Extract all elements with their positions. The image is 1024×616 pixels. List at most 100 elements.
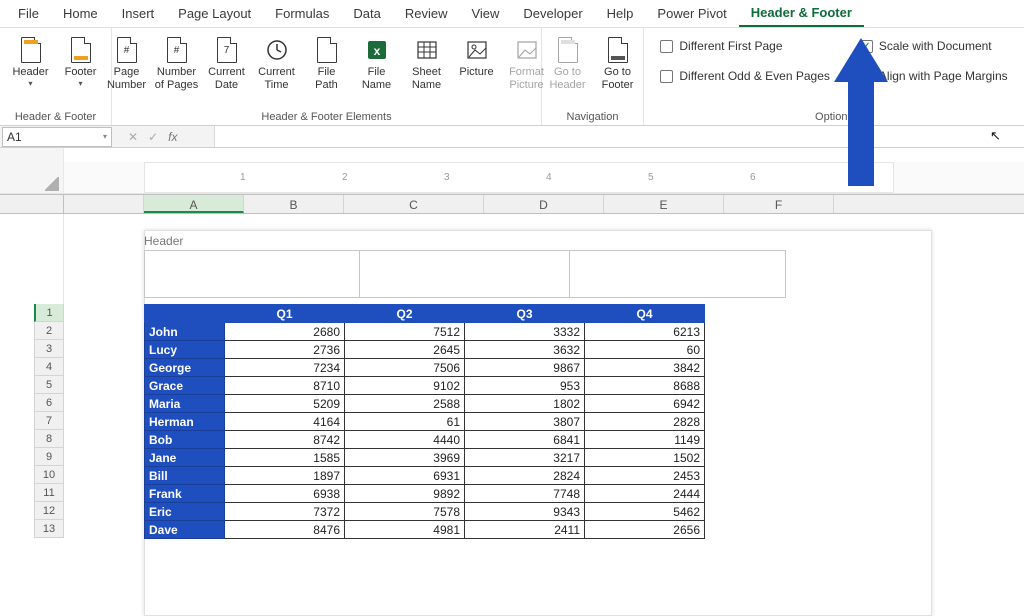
data-cell[interactable]: 3632 [465,341,585,359]
row-name-cell[interactable]: Lucy [145,341,225,359]
data-cell[interactable]: 2588 [345,395,465,413]
data-cell[interactable]: 2444 [585,485,705,503]
row-name-cell[interactable]: Herman [145,413,225,431]
data-cell[interactable]: 2411 [465,521,585,539]
row-head-4[interactable]: 4 [34,358,64,376]
row-name-cell[interactable]: John [145,323,225,341]
menu-tab-review[interactable]: Review [393,0,460,27]
row-name-cell[interactable]: George [145,359,225,377]
data-cell[interactable]: 9343 [465,503,585,521]
data-cell[interactable]: 60 [585,341,705,359]
current-time-button[interactable]: Current Time [254,32,300,94]
col-head-c[interactable]: C [344,195,484,213]
row-name-cell[interactable]: Bill [145,467,225,485]
picture-button[interactable]: Picture [454,32,500,81]
data-cell[interactable]: 2736 [225,341,345,359]
header-left-box[interactable] [144,250,360,298]
row-head-7[interactable]: 7 [34,412,64,430]
header-right-box[interactable] [570,250,786,298]
data-cell[interactable]: 6942 [585,395,705,413]
name-box[interactable]: A1▾ [2,127,112,147]
row-head-6[interactable]: 6 [34,394,64,412]
data-cell[interactable]: 7506 [345,359,465,377]
data-cell[interactable]: 4164 [225,413,345,431]
data-cell[interactable]: 3842 [585,359,705,377]
file-path-button[interactable]: File Path [304,32,350,94]
number-of-pages-button[interactable]: # Number of Pages [154,32,200,94]
data-cell[interactable]: 5209 [225,395,345,413]
menu-tab-file[interactable]: File [6,0,51,27]
data-cell[interactable]: 1585 [225,449,345,467]
row-name-cell[interactable]: Grace [145,377,225,395]
data-cell[interactable]: 7372 [225,503,345,521]
col-head-f[interactable]: F [724,195,834,213]
data-cell[interactable]: 7234 [225,359,345,377]
row-head-10[interactable]: 10 [34,466,64,484]
data-cell[interactable]: 7748 [465,485,585,503]
data-cell[interactable]: 2453 [585,467,705,485]
file-name-button[interactable]: x File Name [354,32,400,94]
th-q2[interactable]: Q2 [345,305,465,323]
data-cell[interactable]: 9892 [345,485,465,503]
menu-tab-home[interactable]: Home [51,0,110,27]
header-button[interactable]: Header [8,32,54,91]
data-cell[interactable]: 7578 [345,503,465,521]
data-cell[interactable]: 6213 [585,323,705,341]
col-head-d[interactable]: D [484,195,604,213]
menu-tab-power-pivot[interactable]: Power Pivot [645,0,738,27]
menu-tab-insert[interactable]: Insert [110,0,167,27]
data-cell[interactable]: 4981 [345,521,465,539]
data-cell[interactable]: 8476 [225,521,345,539]
data-cell[interactable]: 3217 [465,449,585,467]
data-cell[interactable]: 6841 [465,431,585,449]
row-head-2[interactable]: 2 [34,322,64,340]
data-cell[interactable]: 8742 [225,431,345,449]
menu-tab-view[interactable]: View [459,0,511,27]
data-cell[interactable]: 3807 [465,413,585,431]
row-name-cell[interactable]: Bob [145,431,225,449]
data-cell[interactable]: 2828 [585,413,705,431]
sheet-name-button[interactable]: Sheet Name [404,32,450,94]
data-cell[interactable]: 1149 [585,431,705,449]
data-cell[interactable]: 2656 [585,521,705,539]
data-cell[interactable]: 5462 [585,503,705,521]
footer-button[interactable]: Footer [58,32,104,91]
data-cell[interactable]: 2680 [225,323,345,341]
th-q3[interactable]: Q3 [465,305,585,323]
data-cell[interactable]: 9102 [345,377,465,395]
row-head-3[interactable]: 3 [34,340,64,358]
data-cell[interactable]: 1502 [585,449,705,467]
data-cell[interactable]: 3969 [345,449,465,467]
different-odd-even-checkbox[interactable]: Different Odd & Even Pages [660,64,830,88]
data-cell[interactable]: 4440 [345,431,465,449]
data-cell[interactable]: 6931 [345,467,465,485]
menu-tab-data[interactable]: Data [341,0,392,27]
menu-tab-header-footer[interactable]: Header & Footer [739,0,864,27]
row-name-cell[interactable]: Eric [145,503,225,521]
row-name-cell[interactable]: Maria [145,395,225,413]
data-cell[interactable]: 8688 [585,377,705,395]
menu-tab-page-layout[interactable]: Page Layout [166,0,263,27]
col-head-e[interactable]: E [604,195,724,213]
data-cell[interactable]: 8710 [225,377,345,395]
data-cell[interactable]: 1897 [225,467,345,485]
row-name-cell[interactable]: Frank [145,485,225,503]
menu-tab-help[interactable]: Help [595,0,646,27]
goto-footer-button[interactable]: Go to Footer [595,32,641,94]
menu-tab-developer[interactable]: Developer [511,0,594,27]
row-head-11[interactable]: 11 [34,484,64,502]
scale-with-document-checkbox[interactable]: ✓Scale with Document [860,34,1008,58]
row-head-9[interactable]: 9 [34,448,64,466]
header-center-box[interactable] [360,250,570,298]
th-q4[interactable]: Q4 [585,305,705,323]
current-date-button[interactable]: 7 Current Date [204,32,250,94]
data-cell[interactable]: 6938 [225,485,345,503]
formula-input[interactable] [214,126,1024,147]
col-head-a[interactable]: A [144,195,244,213]
row-name-cell[interactable]: Jane [145,449,225,467]
data-cell[interactable]: 2645 [345,341,465,359]
data-cell[interactable]: 2824 [465,467,585,485]
data-cell[interactable]: 953 [465,377,585,395]
data-cell[interactable]: 3332 [465,323,585,341]
row-name-cell[interactable]: Dave [145,521,225,539]
